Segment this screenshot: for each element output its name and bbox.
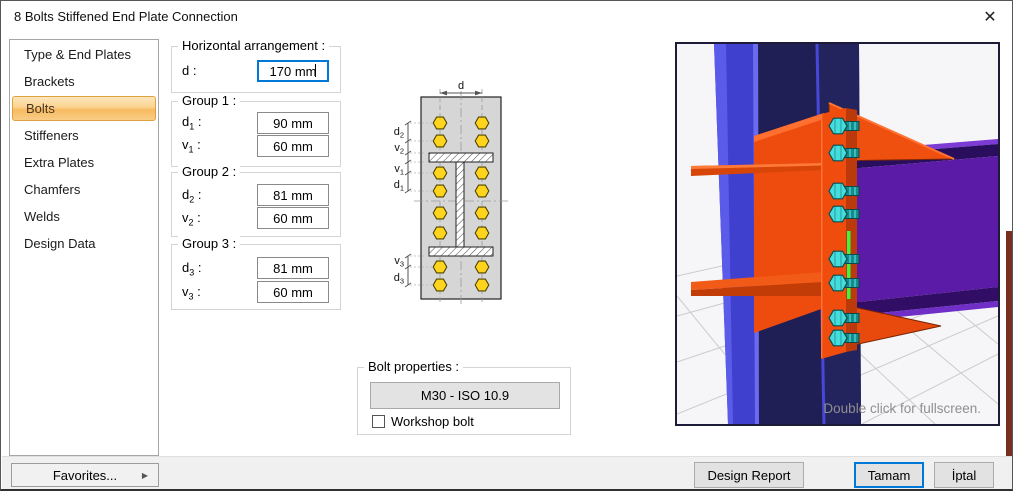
sidebar-item-label: Chamfers (24, 182, 81, 197)
sidebar-item-type-end-plates[interactable]: Type & End Plates (11, 41, 157, 68)
field-label-v2: v2 : (182, 210, 201, 228)
favorites-arrow-icon: ▶ (141, 471, 148, 480)
group-title: Bolt properties : (364, 359, 464, 374)
sidebar-item-label: Stiffeners (24, 128, 79, 143)
design-report-button[interactable]: Design Report (694, 462, 804, 488)
beam-shape (849, 139, 998, 322)
3d-connection-render: Double click for fullscreen. (676, 43, 999, 425)
svg-text:d1: d1 (394, 179, 404, 193)
dimension-labels: d2 v2 v1 d1 v3 d3 (394, 126, 404, 286)
haunch-bracket-shape (754, 113, 824, 333)
svg-text:v1: v1 (394, 163, 404, 177)
dimension-lines-left (404, 120, 412, 288)
v3-input[interactable] (257, 281, 329, 303)
group-3-box: Group 3 : d3 : v3 : (171, 236, 341, 310)
sidebar-item-label: Welds (24, 209, 60, 224)
d3-input[interactable] (257, 257, 329, 279)
group-title: Group 2 : (178, 164, 241, 179)
sidebar-item-label: Bolts (26, 101, 55, 116)
sidebar-item-label: Extra Plates (24, 155, 95, 170)
ok-button[interactable]: Tamam (854, 462, 924, 488)
dialog-title: 8 Bolts Stiffened End Plate Connection (14, 9, 238, 24)
v2-input[interactable] (257, 207, 329, 229)
group-1-box: Group 1 : d1 : v1 : (171, 93, 341, 167)
sidebar-item-bolts[interactable]: Bolts (12, 96, 156, 121)
favorites-label: Favorites... (52, 467, 118, 483)
3d-preview-viewport[interactable]: Double click for fullscreen. (675, 42, 1000, 426)
close-icon[interactable]: ✕ (974, 5, 1006, 29)
connection-dialog: 8 Bolts Stiffened End Plate Connection ✕… (0, 0, 1013, 491)
svg-text:d3: d3 (394, 272, 404, 286)
v1-input[interactable] (257, 135, 329, 157)
group-title: Horizontal arrangement : (178, 38, 330, 53)
weld-accent (847, 231, 851, 299)
category-sidebar: Type & End Plates Brackets Bolts Stiffen… (9, 39, 159, 456)
sidebar-item-extra-plates[interactable]: Extra Plates (11, 149, 157, 176)
sidebar-item-label: Brackets (24, 74, 75, 89)
background-window-edge (1006, 231, 1012, 489)
cancel-button[interactable]: İptal (934, 462, 994, 488)
d2-input[interactable] (257, 184, 329, 206)
text-caret (315, 64, 316, 77)
horizontal-arrangement-group: Horizontal arrangement : d : (171, 38, 341, 93)
favorites-button[interactable]: Favorites... ▶ (11, 463, 159, 487)
sidebar-item-design-data[interactable]: Design Data (11, 230, 157, 257)
bolt-size-button[interactable]: M30 - ISO 10.9 (370, 382, 560, 409)
bolt-arrangement-diagram: d d2 v2 v1 d1 v3 d3 (394, 80, 508, 305)
sidebar-item-label: Design Data (24, 236, 96, 251)
sidebar-item-stiffeners[interactable]: Stiffeners (11, 122, 157, 149)
sidebar-item-label: Type & End Plates (24, 47, 131, 62)
svg-text:d2: d2 (394, 126, 404, 140)
field-label-v3: v3 : (182, 284, 201, 302)
field-label-d3: d3 : (182, 260, 202, 278)
field-label-d1: d1 : (182, 114, 202, 132)
workshop-bolt-row: Workshop bolt (372, 414, 474, 429)
field-label-d: d : (182, 63, 197, 78)
sidebar-item-brackets[interactable]: Brackets (11, 68, 157, 95)
svg-text:d: d (458, 80, 464, 92)
workshop-bolt-checkbox[interactable] (372, 415, 385, 428)
d-input[interactable] (257, 60, 329, 82)
group-title: Group 3 : (178, 236, 241, 251)
sidebar-item-chamfers[interactable]: Chamfers (11, 176, 157, 203)
group-2-box: Group 2 : d2 : v2 : (171, 164, 341, 237)
field-label-v1: v1 : (182, 137, 201, 155)
field-label-d2: d2 : (182, 187, 202, 205)
bolt-properties-group: Bolt properties : M30 - ISO 10.9 Worksho… (357, 359, 571, 435)
svg-text:v2: v2 (394, 142, 404, 156)
dimension-d: d (440, 80, 482, 96)
workshop-bolt-label: Workshop bolt (391, 414, 474, 429)
group-title: Group 1 : (178, 93, 241, 108)
fullscreen-hint: Double click for fullscreen. (823, 401, 981, 416)
sidebar-item-welds[interactable]: Welds (11, 203, 157, 230)
d1-input[interactable] (257, 112, 329, 134)
svg-text:v3: v3 (394, 255, 404, 269)
